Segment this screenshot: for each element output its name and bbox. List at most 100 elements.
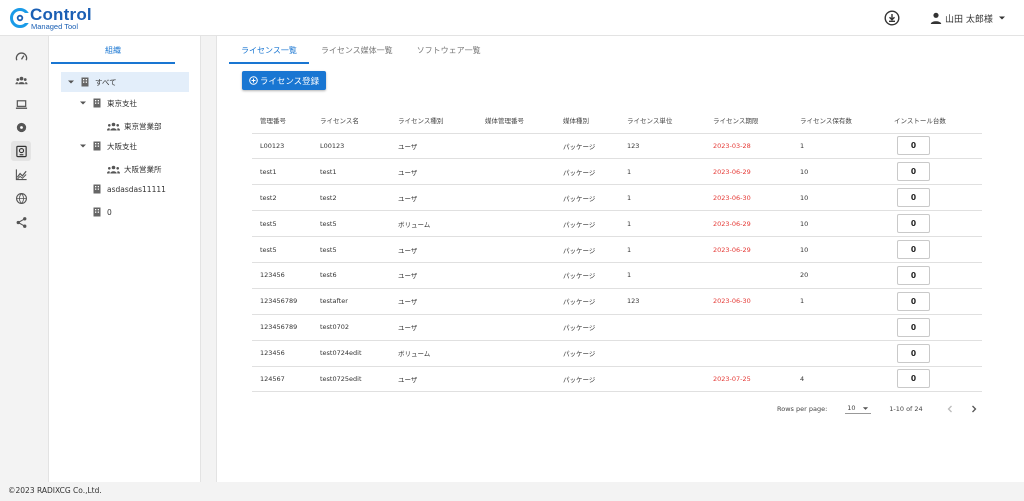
- table-row[interactable]: 123456 test6 ユーザ パッケージ 1 20 0: [252, 262, 982, 289]
- table-cell: パッケージ: [555, 184, 619, 212]
- user-menu[interactable]: 山田 太郎様: [930, 11, 1006, 25]
- column-header[interactable]: ライセンス名: [312, 107, 390, 134]
- table-cell: test1: [252, 158, 312, 186]
- install-count-field[interactable]: 0: [897, 188, 930, 208]
- table-cell: 0: [886, 210, 982, 238]
- table-cell: test6: [312, 262, 390, 289]
- table-cell: [477, 314, 555, 341]
- rows-per-page-select[interactable]: 10: [845, 404, 872, 414]
- table-cell: ユーザ: [390, 366, 477, 393]
- group-icon: [107, 165, 120, 173]
- tree-node-all[interactable]: すべて: [61, 72, 189, 92]
- table-header-row: 管理番号 ライセンス名 ライセンス種別 媒体管理番号 媒体種別 ライセンス単位 …: [252, 107, 982, 134]
- tab-software-list[interactable]: ソフトウェア一覧: [405, 44, 493, 64]
- table-row[interactable]: test2 test2 ユーザ パッケージ 1 2023-06-30 10 0: [252, 184, 982, 212]
- globe-download-icon: [15, 192, 27, 204]
- tree-node-label: 大阪支社: [107, 141, 137, 151]
- install-count-field[interactable]: 0: [897, 317, 930, 337]
- app-footer: ©2023 RADIXCG Co.,Ltd.: [0, 482, 1024, 501]
- table-cell: [705, 340, 792, 367]
- nav-share[interactable]: [11, 212, 31, 232]
- table-cell: test5: [312, 236, 390, 263]
- table-row[interactable]: test5 test5 ユーザ パッケージ 1 2023-06-29 10 0: [252, 236, 982, 263]
- register-license-button[interactable]: ライセンス登録: [242, 71, 326, 90]
- caret-down-icon[interactable]: [79, 142, 87, 150]
- table-cell: L00123: [252, 133, 312, 160]
- table-cell: [477, 340, 555, 367]
- column-header[interactable]: 媒体管理番号: [477, 107, 555, 134]
- table-cell: [619, 340, 705, 367]
- tree-node-zero[interactable]: 0: [92, 202, 112, 222]
- column-header[interactable]: ライセンス保有数: [792, 107, 886, 134]
- install-count-field[interactable]: 0: [897, 214, 930, 234]
- download-circle-icon[interactable]: [884, 10, 900, 26]
- tree-node-osaka-branch[interactable]: 大阪支社: [79, 136, 137, 156]
- nav-dashboard[interactable]: [11, 47, 31, 67]
- tree-node-tokyo-branch[interactable]: 東京支社: [79, 93, 137, 113]
- table-cell: 123: [619, 133, 705, 160]
- install-count-field[interactable]: 0: [897, 136, 930, 156]
- table-row[interactable]: 124567 test0725edit ユーザ パッケージ 2023-07-25 4 0: [252, 366, 982, 393]
- table-cell: ユーザ: [390, 184, 477, 212]
- table-cell: パッケージ: [555, 133, 619, 160]
- table-cell: パッケージ: [555, 210, 619, 238]
- install-count-field[interactable]: 0: [897, 162, 930, 182]
- install-count-field[interactable]: 0: [897, 343, 930, 363]
- column-header[interactable]: ライセンス期限: [705, 107, 792, 134]
- disc-icon: [16, 122, 26, 132]
- install-count-field[interactable]: 0: [897, 291, 930, 311]
- table-row[interactable]: 123456789 testafter ユーザ パッケージ 123 2023-06-30 1…: [252, 288, 982, 315]
- table-cell: [705, 262, 792, 289]
- tree-node-osaka-sales[interactable]: 大阪営業所: [107, 159, 162, 179]
- column-header[interactable]: 管理番号: [252, 107, 312, 134]
- chevron-left-icon[interactable]: [945, 404, 955, 414]
- table-cell: 0: [886, 288, 982, 315]
- table-cell: パッケージ: [555, 236, 619, 263]
- column-header[interactable]: インストール台数: [886, 107, 982, 134]
- column-header[interactable]: 媒体種別: [555, 107, 619, 134]
- nav-licenses[interactable]: [11, 141, 31, 161]
- table-cell: 123456: [252, 262, 312, 289]
- table-cell: 1: [619, 184, 705, 212]
- chart-line-icon: [15, 168, 27, 180]
- table-cell: パッケージ: [555, 288, 619, 315]
- nav-distribution[interactable]: [11, 188, 31, 208]
- nav-devices[interactable]: [11, 94, 31, 114]
- table-cell: ユーザ: [390, 314, 477, 341]
- page-range: 1-10 of 24: [889, 405, 923, 413]
- table-row[interactable]: L00123 L00123 ユーザ パッケージ 123 2023-03-28 1 0: [252, 133, 982, 160]
- user-name: 山田 太郎様: [945, 14, 993, 25]
- table-cell: 10: [792, 236, 886, 263]
- tab-organization[interactable]: 組織: [51, 44, 175, 64]
- main-content: ライセンス一覧 ライセンス媒体一覧 ソフトウェア一覧 ライセンス登録 管理番号 …: [216, 36, 1024, 482]
- nav-reports[interactable]: [11, 164, 31, 184]
- nav-users[interactable]: [11, 70, 31, 90]
- table-row[interactable]: 123456789 test0702 ユーザ パッケージ 0: [252, 314, 982, 341]
- install-count-field[interactable]: 0: [897, 240, 930, 259]
- caret-down-icon[interactable]: [67, 78, 75, 86]
- license-tabs: ライセンス一覧 ライセンス媒体一覧 ソフトウェア一覧: [229, 44, 493, 64]
- nav-media[interactable]: [11, 117, 31, 137]
- tab-license-media-list[interactable]: ライセンス媒体一覧: [309, 44, 405, 64]
- table-row[interactable]: test5 test5 ボリューム パッケージ 1 2023-06-29 10 0: [252, 210, 982, 238]
- table-row[interactable]: 123456 test0724edit ボリューム パッケージ 0: [252, 340, 982, 367]
- column-header[interactable]: ライセンス単位: [619, 107, 705, 134]
- install-count-field[interactable]: 0: [897, 265, 930, 285]
- table-cell: パッケージ: [555, 366, 619, 393]
- table-cell: [477, 184, 555, 212]
- table-cell: 0: [886, 133, 982, 160]
- table-cell: 2023-03-28: [705, 133, 792, 160]
- pagination: Rows per page: 10 1-10 of 24: [777, 402, 979, 416]
- column-header[interactable]: ライセンス種別: [390, 107, 477, 134]
- building-icon: [93, 184, 101, 194]
- tree-node-asdasdas[interactable]: asdasdas11111: [92, 179, 166, 199]
- tree-node-tokyo-sales[interactable]: 東京営業部: [107, 116, 162, 136]
- table-row[interactable]: test1 test1 ユーザ パッケージ 1 2023-06-29 10 0: [252, 158, 982, 186]
- caret-down-icon[interactable]: [79, 99, 87, 107]
- install-count-field[interactable]: 0: [897, 369, 930, 389]
- chevron-right-icon[interactable]: [969, 404, 979, 414]
- table-cell: 2023-06-29: [705, 158, 792, 186]
- tree-node-label: 東京営業部: [124, 121, 162, 131]
- tab-license-list[interactable]: ライセンス一覧: [229, 44, 309, 64]
- table-cell: 20: [792, 262, 886, 289]
